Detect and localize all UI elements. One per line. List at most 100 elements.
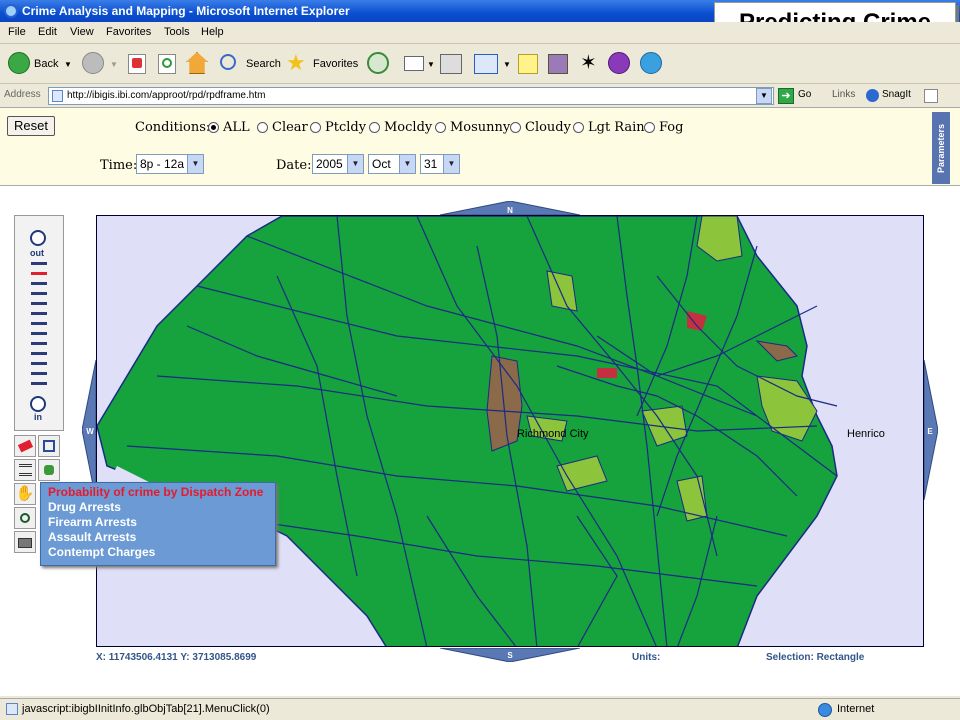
go-button[interactable]: Go	[798, 89, 811, 100]
condition-lgt-rain-radio[interactable]	[573, 122, 584, 133]
menu-tools[interactable]: Tools	[164, 26, 190, 38]
layer-crime-probability[interactable]: Probability of crime by Dispatch Zone	[48, 485, 268, 500]
back-icon[interactable]	[8, 52, 30, 74]
notes-icon[interactable]	[518, 54, 538, 74]
print-icon[interactable]	[440, 54, 462, 74]
day-select[interactable]: 31 ▼	[420, 154, 460, 174]
messenger-icon[interactable]: ✶	[580, 52, 597, 74]
back-dropdown-icon[interactable]: ▼	[64, 60, 72, 69]
address-label: Address	[4, 89, 41, 100]
forward-icon[interactable]	[82, 52, 104, 74]
time-dropdown-icon[interactable]: ▼	[187, 155, 203, 173]
stop-icon[interactable]	[128, 54, 146, 74]
edit-dropdown-icon[interactable]: ▼	[503, 60, 511, 69]
locate-icon[interactable]	[14, 507, 36, 529]
condition-all-radio[interactable]	[208, 122, 219, 133]
refresh-icon[interactable]	[158, 54, 176, 74]
menu-favorites[interactable]: Favorites	[106, 26, 151, 38]
north-label: N	[507, 206, 513, 215]
month-dropdown-icon[interactable]: ▼	[399, 155, 415, 173]
zoom-level-tick[interactable]	[31, 352, 47, 355]
crime-map[interactable]: Richmond City Henrico	[96, 215, 924, 647]
research-icon[interactable]	[548, 54, 568, 74]
search-icon[interactable]	[220, 54, 236, 70]
condition-mosunny-label: Mosunny	[450, 120, 511, 135]
home-icon[interactable]	[186, 52, 208, 74]
search-label[interactable]: Search	[246, 58, 281, 70]
snagit-options-icon[interactable]	[924, 89, 938, 103]
pan-west-arrow[interactable]: W	[82, 360, 96, 500]
condition-ptcldy-label: Ptcldy	[325, 120, 367, 135]
yahoo-icon[interactable]	[608, 52, 630, 74]
zoom-in-icon[interactable]	[30, 396, 46, 412]
browser-toolbar: Back ▼ ▼ Search ★ Favorites ▼ ▼ ✶	[0, 44, 960, 84]
day-dropdown-icon[interactable]: ▼	[443, 155, 459, 173]
time-select[interactable]: 8p - 12a ▼	[136, 154, 204, 174]
identify-icon[interactable]	[38, 459, 60, 481]
condition-mosunny-radio[interactable]	[435, 122, 446, 133]
condition-ptcldy-radio[interactable]	[310, 122, 321, 133]
zoom-level-tick[interactable]	[31, 382, 47, 385]
zoom-out-icon[interactable]	[30, 230, 46, 246]
layer-list-icon[interactable]	[14, 459, 36, 481]
go-arrow-icon[interactable]: ➔	[778, 88, 794, 104]
coordinates-readout: X: 11743506.4131 Y: 3713085.8699	[96, 652, 257, 663]
menu-help[interactable]: Help	[201, 26, 224, 38]
links-label[interactable]: Links	[832, 89, 855, 100]
hot-zone[interactable]	[597, 368, 617, 378]
year-dropdown-icon[interactable]: ▼	[347, 155, 363, 173]
zoom-level-tick[interactable]	[31, 332, 47, 335]
low-probability-zone-2[interactable]	[546, 270, 578, 312]
ie-logo-icon	[4, 4, 18, 18]
zoom-level-tick[interactable]	[31, 362, 47, 365]
condition-fog-radio[interactable]	[644, 122, 655, 133]
favorites-label[interactable]: Favorites	[313, 58, 358, 70]
browser-status-bar: javascript:ibigbIInitInfo.glbObjTab[21].…	[0, 698, 960, 720]
month-value: Oct	[372, 157, 391, 171]
zoom-level-tick[interactable]	[31, 262, 47, 265]
zoom-level-tick[interactable]	[31, 282, 47, 285]
layer-firearm-arrests[interactable]: Firearm Arrests	[48, 515, 268, 530]
history-icon[interactable]	[367, 52, 389, 74]
zoom-level-tick[interactable]	[31, 342, 47, 345]
zoom-level-tick[interactable]	[31, 372, 47, 375]
address-input[interactable]: http://ibigis.ibi.com/approot/rpd/rpdfra…	[48, 87, 774, 105]
condition-cloudy-radio[interactable]	[510, 122, 521, 133]
map-canvas[interactable]: Richmond City Henrico	[97, 216, 924, 647]
print-map-icon[interactable]	[14, 531, 36, 553]
pan-east-arrow[interactable]: E	[924, 360, 938, 500]
menu-view[interactable]: View	[70, 26, 94, 38]
zoom-level-tick[interactable]	[31, 322, 47, 325]
zoom-in-label: in	[34, 412, 42, 422]
eraser-icon[interactable]	[14, 435, 36, 457]
back-label[interactable]: Back	[34, 58, 58, 70]
pan-hand-icon[interactable]: ✋	[14, 483, 36, 505]
menu-file[interactable]: File	[8, 26, 26, 38]
snagit-icon[interactable]	[866, 89, 879, 102]
msn-buddies-icon[interactable]	[640, 52, 662, 74]
forward-dropdown-icon[interactable]: ▼	[110, 60, 118, 69]
condition-mocldy-radio[interactable]	[369, 122, 380, 133]
edit-icon[interactable]	[474, 54, 498, 74]
layer-assault-arrests[interactable]: Assault Arrests	[48, 530, 268, 545]
layer-contempt-charges[interactable]: Contempt Charges	[48, 545, 268, 560]
condition-clear-radio[interactable]	[257, 122, 268, 133]
favorites-icon[interactable]: ★	[286, 50, 306, 76]
month-select[interactable]: Oct ▼	[368, 154, 416, 174]
zoom-level-current[interactable]	[31, 272, 47, 275]
snagit-label[interactable]: SnagIt	[882, 89, 911, 100]
address-dropdown-icon[interactable]: ▼	[756, 88, 772, 104]
mail-dropdown-icon[interactable]: ▼	[427, 60, 435, 69]
select-box-icon[interactable]	[38, 435, 60, 457]
layer-drug-arrests[interactable]: Drug Arrests	[48, 500, 268, 515]
year-select[interactable]: 2005 ▼	[312, 154, 364, 174]
pan-north-arrow[interactable]: N	[440, 201, 580, 215]
menu-edit[interactable]: Edit	[38, 26, 57, 38]
zoom-level-tick[interactable]	[31, 312, 47, 315]
reset-button[interactable]: Reset	[7, 116, 55, 136]
zoom-level-tick[interactable]	[31, 302, 47, 305]
parameters-tab[interactable]: Parameters	[932, 112, 950, 184]
year-value: 2005	[316, 157, 343, 171]
mail-icon[interactable]	[404, 56, 424, 71]
zoom-level-tick[interactable]	[31, 292, 47, 295]
